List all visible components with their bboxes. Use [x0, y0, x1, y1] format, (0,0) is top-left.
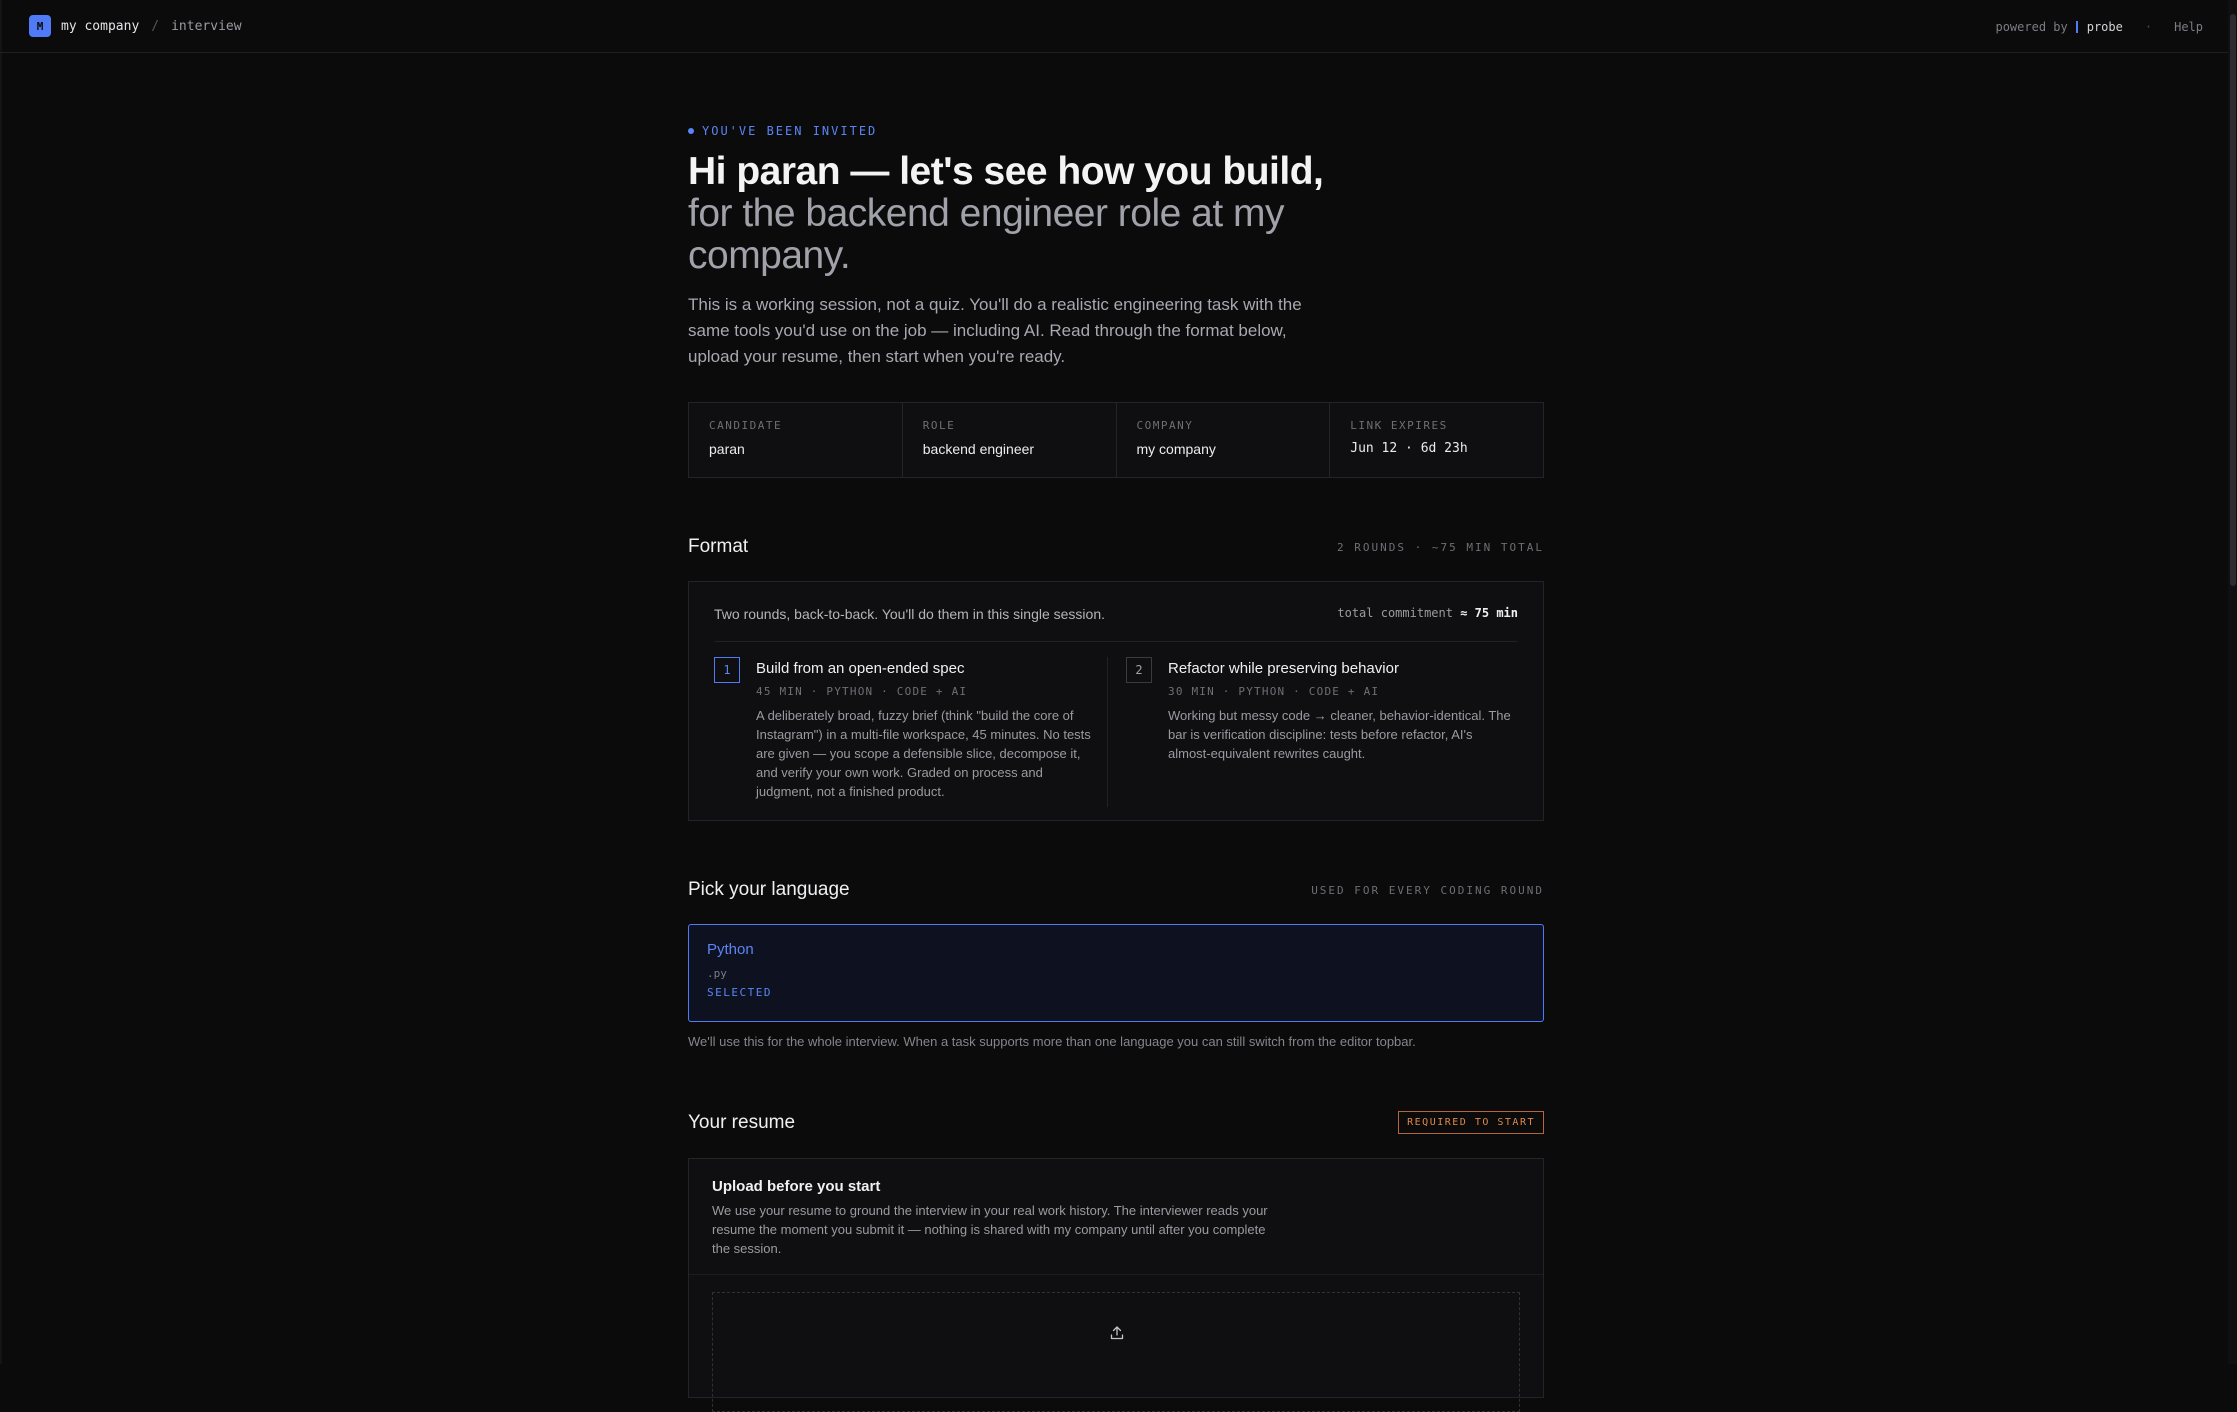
format-header: Format 2 ROUNDS · ~75 MIN TOTAL [688, 536, 1544, 558]
round-title: Refactor while preserving behavior [1168, 660, 1399, 677]
invite-eyebrow: YOU'VE BEEN INVITED [688, 124, 877, 138]
meta-value: my company [1136, 441, 1216, 457]
resume-header: Your resume REQUIRED TO START [688, 1111, 1544, 1134]
probe-mark-icon [2075, 20, 2078, 33]
page-title: Hi paran — let's see how you build, for … [688, 151, 1388, 277]
intro-text: This is a working session, not a quiz. Y… [688, 295, 1302, 366]
resume-card: Upload before you start We use your resu… [688, 1158, 1544, 1412]
dot-separator: · [2144, 19, 2153, 34]
format-card: Two rounds, back-to-back. You'll do them… [688, 581, 1544, 821]
brand[interactable]: M my company / interview [29, 15, 242, 37]
round-divider [1107, 657, 1108, 807]
probe-link[interactable]: probe [2087, 20, 2123, 34]
required-badge: REQUIRED TO START [1398, 1111, 1544, 1134]
scrollbar-thumb[interactable] [2230, 14, 2236, 586]
round-meta: 45 MIN · PYTHON · CODE + AI [756, 685, 968, 698]
format-title: Format [688, 536, 749, 557]
breadcrumb-separator: / [151, 18, 160, 34]
total-commitment-label: total commitment [1337, 606, 1453, 620]
meta-value: paran [709, 441, 745, 457]
company-name: my company [61, 18, 140, 34]
round-description: A deliberately broad, fuzzy brief (think… [756, 708, 1091, 799]
status-dot-icon [688, 128, 694, 134]
round-title: Build from an open-ended spec [756, 660, 965, 677]
resume-title: Your resume [688, 1111, 796, 1133]
invite-label: YOU'VE BEEN INVITED [702, 124, 878, 138]
resume-box-description: We use your resume to ground the intervi… [712, 1203, 1268, 1256]
meta-company: COMPANY my company [1117, 403, 1331, 477]
format-summary: 2 ROUNDS · ~75 MIN TOTAL [1337, 540, 1544, 554]
top-right-links: powered by probe · Help [1995, 0, 2203, 53]
powered-by-label: powered by [1995, 19, 2068, 34]
top-bar: M my company / interview powered by prob… [0, 0, 2237, 53]
format-description: Two rounds, back-to-back. You'll do them… [714, 606, 1105, 622]
total-commitment-value: ≈ 75 min [1460, 606, 1518, 620]
window-edge [0, 0, 2, 1364]
resume-card-header: Upload before you start We use your resu… [689, 1159, 1543, 1275]
round-body: Build from an open-ended spec 45 MIN · P… [756, 657, 1101, 801]
title-role: for the backend engineer role at my comp… [688, 192, 1285, 277]
meta-label: LINK EXPIRES [1350, 419, 1448, 432]
language-title: Pick your language [688, 879, 850, 900]
meta-label: ROLE [922, 419, 956, 432]
company-logo: M [29, 15, 51, 37]
meta-role: ROLE backend engineer [903, 403, 1117, 477]
meta-link-expires: LINK EXPIRES Jun 12 · 6d 23h [1330, 403, 1543, 477]
resume-box-title: Upload before you start [712, 1178, 881, 1195]
language-meta: USED FOR EVERY CODING ROUND [1311, 883, 1544, 897]
language-note: We'll use this for the whole interview. … [688, 1034, 1416, 1049]
meta-value: backend engineer [922, 441, 1035, 457]
format-card-header: Two rounds, back-to-back. You'll do them… [714, 606, 1518, 642]
scrollbar[interactable] [2228, 0, 2237, 1364]
language-extension: .py [707, 967, 727, 980]
round-number-badge: 2 [1126, 657, 1152, 683]
title-greeting: Hi paran — let's see how you build, [688, 150, 1324, 193]
upload-icon [1110, 1326, 1124, 1340]
invite-meta-strip: CANDIDATE paran ROLE backend engineer CO… [688, 402, 1544, 478]
round-number-badge: 1 [714, 657, 740, 683]
meta-label: CANDIDATE [709, 419, 783, 432]
round-meta: 30 MIN · PYTHON · CODE + AI [1168, 685, 1380, 698]
round-body: Refactor while preserving behavior 30 MI… [1168, 657, 1513, 763]
selected-badge: SELECTED [707, 986, 772, 999]
meta-value: Jun 12 · 6d 23h [1350, 441, 1468, 456]
meta-candidate: CANDIDATE paran [689, 403, 903, 477]
language-header: Pick your language USED FOR EVERY CODING… [688, 879, 1544, 901]
language-option-python[interactable]: Python .py SELECTED [688, 924, 1544, 1022]
resume-dropzone[interactable] [712, 1292, 1520, 1412]
breadcrumb-page: interview [171, 18, 242, 34]
total-commitment: total commitment ≈ 75 min [1337, 606, 1518, 641]
language-name: Python [707, 941, 754, 958]
help-link[interactable]: Help [2174, 20, 2203, 34]
round-description: Working but messy code → cleaner, behavi… [1168, 708, 1511, 761]
meta-label: COMPANY [1136, 419, 1194, 432]
